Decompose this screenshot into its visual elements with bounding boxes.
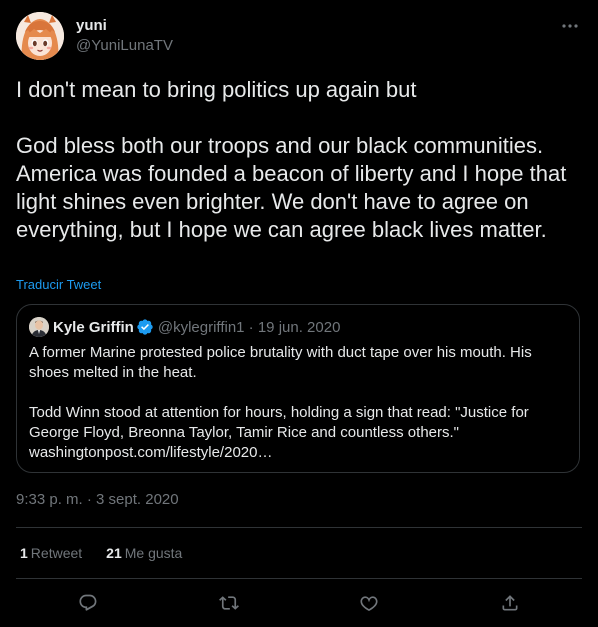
likes-stat[interactable]: 21 Me gusta xyxy=(102,545,182,561)
likes-count: 21 xyxy=(106,545,122,561)
quoted-tweet-text: A former Marine protested police brutali… xyxy=(29,343,569,463)
quoted-author-name: Kyle Griffin xyxy=(53,318,134,336)
retweets-label: Retweet xyxy=(30,545,83,561)
quoted-handle-date: @kylegriffin1 · 19 jun. 2020 xyxy=(157,318,341,336)
tweet-paragraph: I don't mean to bring politics up again … xyxy=(16,77,417,102)
person-avatar-icon xyxy=(29,317,49,337)
quoted-author-avatar xyxy=(29,317,49,337)
tweet-timestamp[interactable]: 9:33 p. m. · 3 sept. 2020 xyxy=(16,490,179,510)
anime-avatar-icon xyxy=(16,12,64,60)
retweets-stat[interactable]: 1 Retweet xyxy=(16,545,82,561)
engagement-stats: 1 Retweet 21 Me gusta xyxy=(16,543,202,563)
reply-button[interactable] xyxy=(75,590,101,616)
like-button[interactable] xyxy=(356,590,382,616)
action-bar xyxy=(16,590,582,616)
tweet-text: I don't mean to bring politics up again … xyxy=(16,76,576,244)
divider xyxy=(16,527,582,528)
quoted-paragraph: A former Marine protested police brutali… xyxy=(29,344,532,381)
retweets-count: 1 xyxy=(20,545,28,561)
tweet-detail: yuni @YuniLunaTV I don't mean to bring p… xyxy=(0,0,598,627)
more-options-button[interactable] xyxy=(558,16,582,36)
verified-badge-icon xyxy=(136,318,154,336)
retweet-button[interactable] xyxy=(216,590,242,616)
author-handle[interactable]: @YuniLunaTV xyxy=(76,36,173,56)
author-display-name[interactable]: yuni xyxy=(76,16,173,36)
translate-tweet-link[interactable]: Traducir Tweet xyxy=(16,277,101,293)
tweet-header: yuni @YuniLunaTV xyxy=(16,12,582,60)
retweet-icon xyxy=(219,596,239,610)
author-avatar[interactable] xyxy=(16,12,64,60)
quoted-tweet-card[interactable]: Kyle Griffin @kylegriffin1 · 19 jun. 202… xyxy=(16,304,580,473)
quoted-tweet-header: Kyle Griffin @kylegriffin1 · 19 jun. 202… xyxy=(29,317,340,337)
reply-icon xyxy=(79,594,97,611)
more-options-icon xyxy=(562,24,578,28)
share-button[interactable] xyxy=(497,590,523,616)
heart-icon xyxy=(360,596,378,611)
quoted-paragraph: Todd Winn stood at attention for hours, … xyxy=(29,404,529,461)
likes-label: Me gusta xyxy=(124,545,183,561)
tweet-paragraph: God bless both our troops and our black … xyxy=(16,133,567,242)
author-names: yuni @YuniLunaTV xyxy=(76,16,173,56)
share-icon xyxy=(502,595,518,611)
divider xyxy=(16,578,582,579)
